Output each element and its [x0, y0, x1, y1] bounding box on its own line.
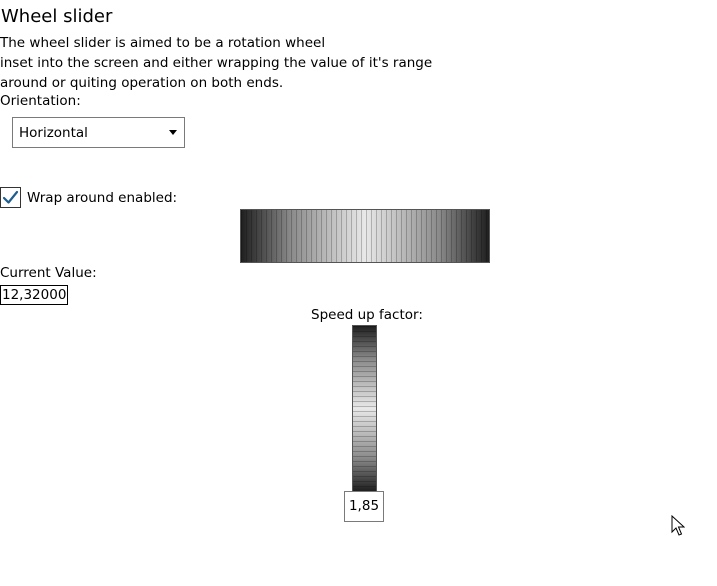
- current-value-field[interactable]: 12,320000: [0, 285, 68, 305]
- chevron-down-icon: [169, 130, 177, 135]
- current-value-label: Current Value:: [0, 265, 97, 281]
- horizontal-wheel-slider[interactable]: [240, 209, 490, 263]
- speed-up-wheel-slider[interactable]: [352, 325, 377, 492]
- description-line-3: around or quiting operation on both ends…: [0, 75, 284, 91]
- speed-up-value-box: 1,85: [344, 491, 384, 522]
- description-line-1: The wheel slider is aimed to be a rotati…: [0, 35, 326, 51]
- page-title: Wheel slider: [1, 6, 113, 27]
- mouse-cursor-icon: [671, 514, 686, 541]
- orientation-selected-value: Horizontal: [19, 125, 88, 141]
- speed-up-label: Speed up factor:: [311, 307, 423, 323]
- checkmark-icon: [2, 190, 19, 204]
- wrap-around-checkbox[interactable]: [0, 187, 21, 208]
- orientation-dropdown[interactable]: Horizontal: [12, 117, 185, 148]
- description: The wheel slider is aimed to be a rotati…: [0, 33, 432, 93]
- description-line-2: inset into the screen and either wrappin…: [0, 55, 433, 71]
- orientation-label: Orientation:: [0, 93, 81, 109]
- wrap-around-label: Wrap around enabled:: [27, 190, 178, 206]
